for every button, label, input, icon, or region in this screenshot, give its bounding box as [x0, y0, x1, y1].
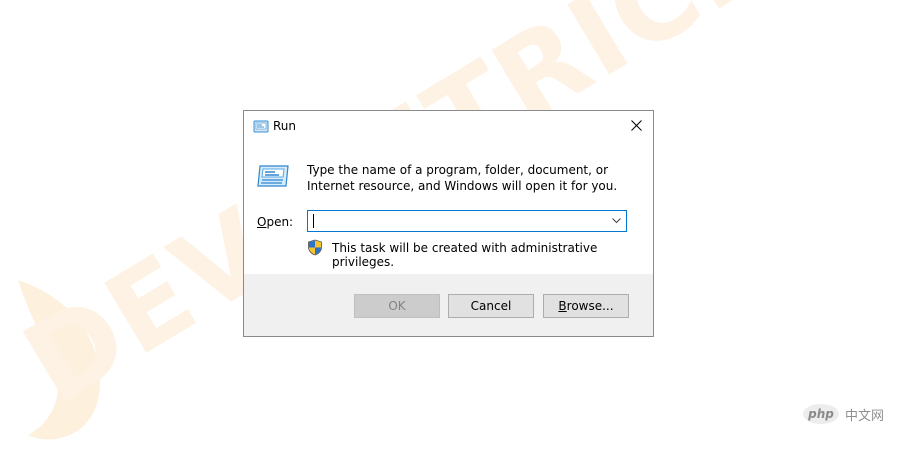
uac-shield-icon [308, 239, 322, 256]
browse-label: rowse... [566, 299, 614, 313]
browse-access-key: B [558, 299, 567, 313]
run-icon [253, 120, 269, 133]
run-dialog: Run Type the name of a program, folder, … [243, 110, 654, 337]
chevron-down-icon [612, 218, 621, 224]
watermark-swoosh-icon [18, 280, 100, 440]
dropdown-button[interactable] [608, 211, 626, 231]
window-title: Run [273, 119, 297, 133]
cancel-button[interactable]: Cancel [448, 294, 534, 318]
text-caret [313, 214, 314, 228]
close-button[interactable] [619, 111, 653, 141]
ok-button[interactable]: OK [354, 294, 440, 318]
run-icon [257, 165, 289, 187]
admin-privileges-note: This task will be created with administr… [332, 241, 598, 269]
open-label-text: pen: [266, 215, 294, 229]
open-label: Open: [257, 215, 293, 229]
title-bar[interactable]: Run [244, 111, 653, 142]
php-logo-text: 中文网 [845, 409, 885, 424]
open-input[interactable] [309, 212, 609, 230]
dialog-description: Type the name of a program, folder, docu… [307, 163, 618, 193]
browse-button[interactable]: Browse... [543, 294, 629, 318]
php-logo-badge: php [803, 404, 839, 424]
open-combobox[interactable] [307, 210, 627, 232]
close-icon [631, 120, 642, 131]
dialog-footer: OK Cancel Browse... [244, 274, 653, 336]
